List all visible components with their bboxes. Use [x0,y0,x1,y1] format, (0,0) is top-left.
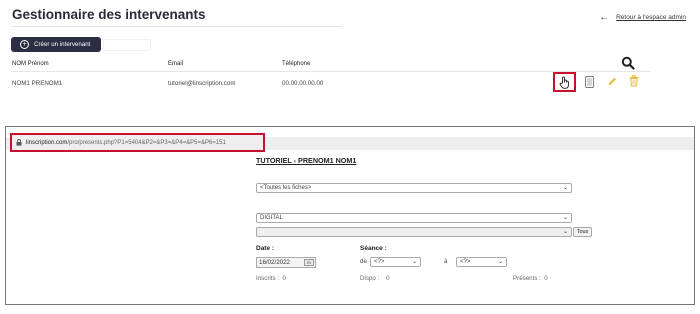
search-icon[interactable] [621,56,635,70]
column-header-phone: Téléphone [282,61,311,67]
back-to-admin-link[interactable]: ← Retour à l'espace admin [599,12,686,23]
chevron-down-icon: ⌄ [411,259,417,265]
pencil-icon[interactable] [607,76,617,87]
title-divider [12,26,342,27]
secondary-button[interactable] [103,39,151,51]
seance-to-select[interactable]: <?> ⌄ [456,257,507,267]
chevron-down-icon: ⌄ [562,229,568,235]
calendar-button[interactable]: m [304,259,314,266]
tous-button[interactable]: Tous [573,227,592,237]
url-domain: linscription.com [26,139,68,146]
date-label: Date : [256,245,275,252]
row-email: tutoriel@linscription.com [168,80,236,87]
presence-button[interactable] [553,72,576,92]
seance-label: Séance : [360,245,387,252]
arrow-left-icon: ← [599,12,610,23]
secondary-select[interactable]: ⌄ [256,227,572,237]
fiches-select-value: <Toutes les fiches> [260,185,312,191]
page-title: Gestionnaire des intervenants [12,7,206,22]
hand-pointer-icon [559,76,569,89]
presents-count: Présents : 0 [513,275,548,282]
sheet-title: TUTORIEL - PRENOM1 NOM1 [256,156,357,165]
seance-from-value: <?> [374,259,385,265]
column-header-email: Email [168,61,184,67]
row-name: NOM1 PRENOM1 [12,80,63,87]
inscrits-count: Inscrits : 0 [256,275,286,282]
back-link-label: Retour à l'espace admin [616,14,686,21]
dispo-count: Dispo : 0 [360,275,390,282]
create-button-label: Créer un intervenant [34,41,91,48]
trash-icon[interactable] [629,75,639,87]
fiches-select[interactable]: <Toutes les fiches> ⌄ [256,183,572,193]
category-select-value: DIGITAL [260,215,283,221]
plus-circle-icon: + [20,40,29,49]
create-intervenant-button[interactable]: + Créer un intervenant [11,37,101,52]
browser-window: linscription.com/pro/presents.php?P1=540… [5,126,695,305]
chevron-down-icon: ⌄ [497,259,503,265]
seance-to-value: <?> [460,259,471,265]
a-label: à [444,258,448,265]
seance-from-select[interactable]: <?> ⌄ [370,257,421,267]
category-select[interactable]: DIGITAL ⌄ [256,213,572,223]
intervenants-panel: Gestionnaire des intervenants ← Retour à… [0,0,700,124]
lock-icon [16,139,22,146]
column-header-name: NOM Prénom [12,61,49,67]
address-bar[interactable]: linscription.com/pro/presents.php?P1=540… [10,133,265,152]
url-path: /pro/presents.php?P1=5404&P2=&P3=&P4=&P5… [67,139,226,146]
de-label: de [360,258,367,265]
date-input[interactable]: 16/02/2022 m [256,257,316,268]
row-phone: 00.00.00.00.00 [282,80,324,87]
chevron-down-icon: ⌄ [562,215,568,221]
document-icon[interactable] [585,76,594,88]
chevron-down-icon: ⌄ [562,185,568,191]
date-value: 16/02/2022 [259,259,290,266]
